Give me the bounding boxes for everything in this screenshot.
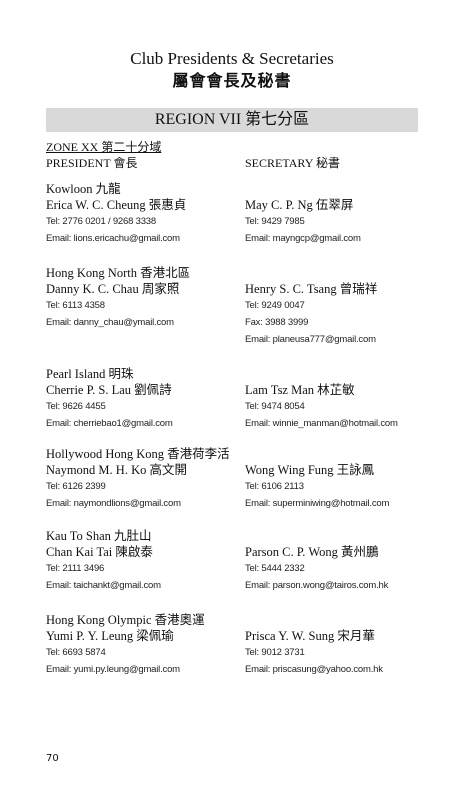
secretary-contact: May C. P. Ng 伍翠屏 Tel: 9429 7985 Email: m…: [245, 197, 445, 247]
secretary-name: Parson C. P. Wong 黃州鵬: [245, 545, 379, 559]
president-phone: Tel: 2776 0201 / 9268 3338: [46, 216, 156, 227]
secretary-name: Wong Wing Fung 王詠鳳: [245, 463, 375, 477]
secretary-contact: Wong Wing Fung 王詠鳳 Tel: 6106 2113 Email:…: [245, 462, 445, 512]
secretary-email: Email: parson.wong@tairos.com.hk: [245, 580, 389, 591]
club-name: Hollywood Hong Kong 香港荷李活: [46, 447, 230, 461]
club-name: Kau To Shan 九肚山: [46, 529, 152, 543]
zone-heading: ZONE XX 第二十分域: [46, 140, 162, 154]
president-name: Chan Kai Tai 陳啟泰: [46, 545, 153, 559]
president-contact: Chan Kai Tai 陳啟泰 Tel: 2111 3496 Email: t…: [46, 544, 246, 594]
club-entry-kau-to-shan: Kau To Shan 九肚山 Chan Kai Tai 陳啟泰 Tel: 21…: [46, 528, 446, 614]
secretary-name: Henry S. C. Tsang 曾瑞祥: [245, 282, 378, 296]
club-entry-hong-kong-olympic: Hong Kong Olympic 香港奧運 Yumi P. Y. Leung …: [46, 612, 446, 698]
club-entry-hong-kong-north: Hong Kong North 香港北區 Danny K. C. Chau 周家…: [46, 265, 446, 351]
club-entry-kowloon: Kowloon 九龍 Erica W. C. Cheung 張惠貞 Tel: 2…: [46, 181, 446, 267]
secretary-email: Email: priscasung@yahoo.com.hk: [245, 664, 383, 675]
secretary-name: Lam Tsz Man 林芷敏: [245, 383, 355, 397]
secretary-email: Email: winnie_manman@hotmail.com: [245, 418, 398, 429]
president-name: Danny K. C. Chau 周家照: [46, 282, 180, 296]
president-phone: Tel: 2111 3496: [46, 563, 105, 574]
secretary-phone: Tel: 9249 0047: [245, 300, 305, 311]
club-entry-pearl-island: Pearl Island 明珠 Cherrie P. S. Lau 劉佩詩 Te…: [46, 366, 446, 452]
page-title: Club Presidents & Secretaries: [130, 49, 334, 68]
secretary-phone: Tel: 5444 2332: [245, 563, 305, 574]
club-name: Hong Kong North 香港北區: [46, 266, 191, 280]
club-name: Kowloon 九龍: [46, 182, 121, 196]
president-contact: Yumi P. Y. Leung 梁佩瑜 Tel: 6693 5874 Emai…: [46, 628, 246, 678]
president-contact: Erica W. C. Cheung 張惠貞 Tel: 2776 0201 / …: [46, 197, 246, 247]
club-entry-hollywood-hong-kong: Hollywood Hong Kong 香港荷李活 Naymond M. H. …: [46, 446, 446, 532]
secretary-email: Email: planeusa777@gmail.com: [245, 334, 376, 345]
president-name: Cherrie P. S. Lau 劉佩詩: [46, 383, 172, 397]
president-phone: Tel: 6126 2399: [46, 481, 106, 492]
president-column-label: PRESIDENT 會長: [46, 156, 138, 170]
secretary-contact: Prisca Y. W. Sung 宋月華 Tel: 9012 3731 Ema…: [245, 628, 445, 678]
president-email: Email: lions.ericachu@gmail.com: [46, 233, 180, 244]
club-name: Hong Kong Olympic 香港奧運: [46, 613, 205, 627]
secretary-email: Email: mayngcp@gmail.com: [245, 233, 361, 244]
secretary-name: Prisca Y. W. Sung 宋月華: [245, 629, 375, 643]
secretary-contact: Lam Tsz Man 林芷敏 Tel: 9474 8054 Email: wi…: [245, 382, 445, 432]
secretary-name: May C. P. Ng 伍翠屏: [245, 198, 354, 212]
secretary-fax: Fax: 3988 3999: [245, 317, 309, 328]
secretary-phone: Tel: 9474 8054: [245, 401, 305, 412]
president-name: Yumi P. Y. Leung 梁佩瑜: [46, 629, 174, 643]
president-contact: Danny K. C. Chau 周家照 Tel: 6113 4358 Emai…: [46, 281, 246, 331]
secretary-column-label: SECRETARY 秘書: [245, 156, 340, 170]
secretary-contact: Henry S. C. Tsang 曾瑞祥 Tel: 9249 0047 Fax…: [245, 281, 445, 348]
secretary-contact: Parson C. P. Wong 黃州鵬 Tel: 5444 2332 Ema…: [245, 544, 445, 594]
secretary-phone: Tel: 9429 7985: [245, 216, 305, 227]
president-email: Email: taichankt@gmail.com: [46, 580, 161, 591]
president-name: Naymond M. H. Ko 高文開: [46, 463, 187, 477]
secretary-phone: Tel: 9012 3731: [245, 647, 305, 658]
president-email: Email: cherriebao1@gmail.com: [46, 418, 173, 429]
page-number: 70: [46, 753, 59, 764]
president-phone: Tel: 9626 4455: [46, 401, 106, 412]
president-name: Erica W. C. Cheung 張惠貞: [46, 198, 187, 212]
club-name: Pearl Island 明珠: [46, 367, 134, 381]
president-contact: Naymond M. H. Ko 高文開 Tel: 6126 2399 Emai…: [46, 462, 246, 512]
page-title-chinese: 屬會會長及秘書: [172, 71, 292, 90]
president-email: Email: yumi.py.leung@gmail.com: [46, 664, 180, 675]
secretary-phone: Tel: 6106 2113: [245, 481, 304, 492]
president-email: Email: danny_chau@ymail.com: [46, 317, 174, 328]
secretary-email: Email: superminiwing@hotmail.com: [245, 498, 390, 509]
president-phone: Tel: 6113 4358: [46, 300, 105, 311]
president-contact: Cherrie P. S. Lau 劉佩詩 Tel: 9626 4455 Ema…: [46, 382, 246, 432]
region-header: REGION VII 第七分區: [46, 108, 418, 132]
president-phone: Tel: 6693 5874: [46, 647, 106, 658]
president-email: Email: naymondlions@gmail.com: [46, 498, 181, 509]
